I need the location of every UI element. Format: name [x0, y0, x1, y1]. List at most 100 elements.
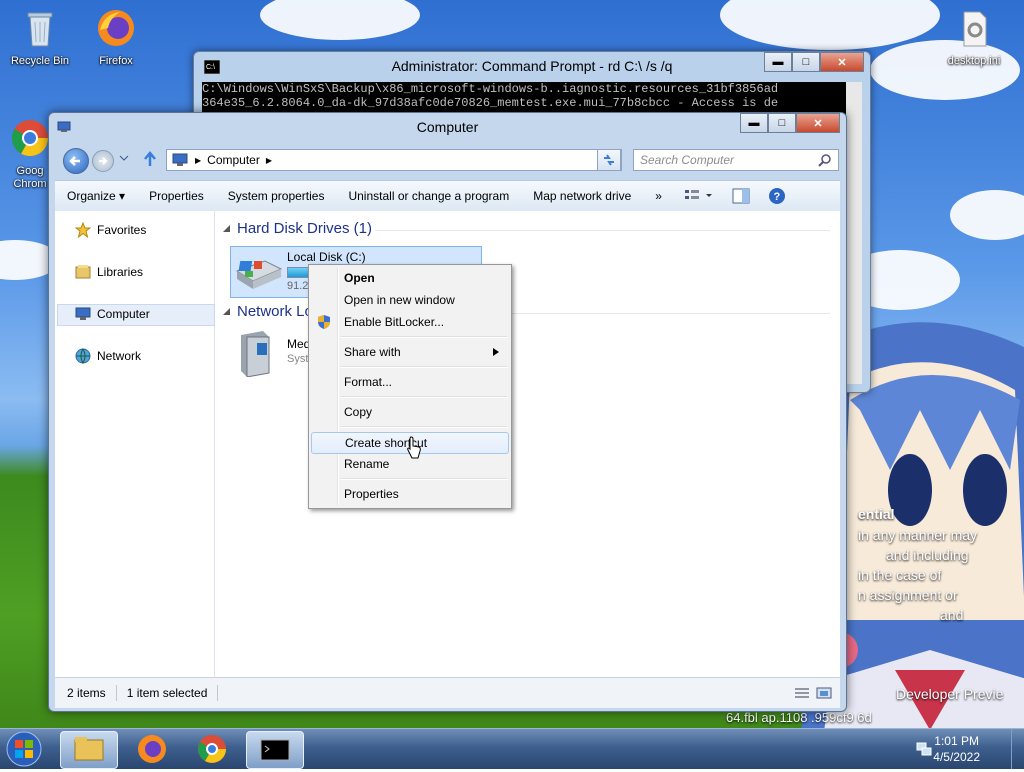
drive-name: Local Disk (C:): [287, 250, 366, 264]
show-desktop-button[interactable]: [1011, 729, 1024, 769]
group-divider: [510, 313, 830, 314]
chrome-icon: [11, 120, 49, 157]
desktop-icon-desktop-ini[interactable]: desktop.ini: [938, 8, 1010, 67]
taskbar-cmd-button[interactable]: [246, 731, 304, 769]
nav-item-libraries[interactable]: Libraries: [75, 262, 143, 282]
menu-item-label: Open in new window: [344, 293, 455, 307]
menu-item-label: Share with: [344, 345, 401, 359]
up-button[interactable]: [143, 151, 157, 170]
libraries-icon: [75, 265, 91, 279]
menu-item-format[interactable]: Format...: [311, 372, 507, 392]
nav-item-computer[interactable]: Computer: [75, 304, 150, 324]
desktop-icon-label: Firefox: [99, 55, 133, 67]
nav-item-favorites[interactable]: Favorites: [75, 220, 146, 240]
minimize-button[interactable]: ▬: [740, 113, 768, 133]
taskbar-firefox-button[interactable]: [124, 731, 180, 767]
search-box[interactable]: Search Computer: [633, 149, 839, 171]
menu-item-copy[interactable]: Copy: [311, 402, 507, 422]
folder-icon: [74, 737, 104, 761]
group-header-network-locations[interactable]: Network Lo: [237, 303, 313, 320]
command-prompt-icon: [260, 739, 290, 761]
cloud: [950, 190, 1024, 240]
menu-separator: [341, 396, 507, 398]
system-properties-button[interactable]: System properties: [216, 189, 337, 203]
overlay-line: in any manner may: [858, 527, 978, 543]
refresh-button[interactable]: [597, 149, 621, 171]
status-bar: 2 items 1 item selected: [55, 677, 840, 708]
menu-separator: [341, 366, 507, 368]
menu-item-label: Copy: [344, 405, 373, 419]
console-line: 364e35_6.2.8064.0_da-dk_97d38afc0de70826…: [202, 96, 779, 110]
collapse-arrow-icon[interactable]: [223, 308, 231, 316]
overlay-line: in the case of: [858, 567, 942, 583]
desktop-icon-recycle-bin[interactable]: Recycle Bin: [4, 8, 76, 67]
menu-item-enable-bitlocker[interactable]: Enable BitLocker...: [311, 312, 507, 332]
large-icons-view-icon[interactable]: [816, 687, 832, 699]
mouse-pointer-icon: [407, 436, 421, 459]
recent-pages-dropdown[interactable]: [119, 153, 129, 165]
menu-item-open-new-window[interactable]: Open in new window: [311, 290, 507, 310]
menu-item-label: Enable BitLocker...: [344, 315, 445, 329]
cmd-caption-buttons: ▬ □ ✕: [764, 52, 864, 72]
details-view-icon[interactable]: [794, 687, 810, 699]
hard-drive-icon: [235, 260, 283, 289]
explorer-caption-buttons: ▬ □ ✕: [740, 113, 840, 133]
media-device-type: Syst: [287, 353, 309, 365]
system-clock[interactable]: 1:01 PM 4/5/2022: [933, 733, 980, 765]
status-divider: [115, 685, 117, 701]
start-button[interactable]: [4, 729, 44, 772]
menu-item-label: Rename: [344, 457, 390, 471]
breadcrumb-computer[interactable]: Computer: [207, 153, 260, 167]
search-placeholder: Search Computer: [640, 153, 735, 167]
close-button[interactable]: ✕: [796, 113, 840, 133]
maximize-button[interactable]: □: [792, 52, 820, 72]
overlay-heading: ential: [858, 506, 895, 522]
drive-free-space: 91.2: [287, 280, 309, 292]
cmd-scrollbar[interactable]: [846, 82, 862, 384]
menu-item-share-with[interactable]: Share with: [311, 342, 507, 362]
menu-item-label: Open: [344, 271, 375, 285]
refresh-icon: [604, 154, 614, 166]
desktop-icon-firefox[interactable]: Firefox: [80, 8, 152, 67]
clock-date: 4/5/2022: [933, 750, 980, 764]
taskbar-explorer-button[interactable]: [60, 731, 118, 769]
overlay-line: and including: [886, 547, 969, 563]
group-divider: [375, 230, 830, 231]
map-network-drive-button[interactable]: Map network drive: [521, 189, 643, 203]
breadcrumb-separator-icon: ▶: [195, 155, 202, 165]
help-icon[interactable]: ?: [768, 187, 786, 205]
minimize-button[interactable]: ▬: [764, 52, 792, 72]
menu-separator: [341, 426, 507, 428]
context-menu: Open Open in new window Enable BitLocker…: [308, 264, 512, 509]
collapse-arrow-icon[interactable]: [223, 225, 231, 233]
more-commands-button[interactable]: »: [643, 189, 674, 203]
properties-button[interactable]: Properties: [137, 189, 216, 203]
chrome-icon: [198, 735, 226, 763]
preview-pane-icon[interactable]: [732, 188, 750, 204]
close-button[interactable]: ✕: [820, 52, 864, 72]
change-view-icon[interactable]: [684, 188, 714, 204]
uninstall-program-button[interactable]: Uninstall or change a program: [336, 189, 521, 203]
maximize-button[interactable]: □: [768, 113, 796, 133]
taskbar-chrome-button[interactable]: [184, 731, 240, 767]
nav-item-label: Network: [97, 349, 142, 363]
network-tray-icon[interactable]: [916, 741, 932, 757]
media-device-name: Med: [287, 337, 311, 351]
search-icon: [818, 154, 831, 167]
menu-item-open[interactable]: Open: [311, 268, 507, 288]
back-button[interactable]: [63, 148, 89, 174]
windows-logo-icon: [6, 731, 42, 767]
nav-item-network[interactable]: Network: [75, 346, 141, 366]
menu-item-label: Properties: [344, 487, 399, 501]
chevron-down-icon: [119, 155, 129, 161]
console-line: C:\Windows\WinSxS\Backup\x86_microsoft-w…: [202, 82, 779, 96]
media-server-icon: [241, 331, 270, 378]
menu-item-properties[interactable]: Properties: [311, 484, 507, 504]
status-divider: [217, 685, 219, 701]
submenu-arrow-icon: [493, 348, 499, 356]
forward-button[interactable]: [92, 150, 114, 172]
address-bar[interactable]: ▶ Computer ▶ ▼: [166, 149, 622, 171]
clock-time: 1:01 PM: [934, 734, 979, 748]
organize-menu[interactable]: Organize ▾: [55, 189, 137, 203]
group-header-hard-disk-drives[interactable]: Hard Disk Drives (1): [237, 220, 372, 237]
